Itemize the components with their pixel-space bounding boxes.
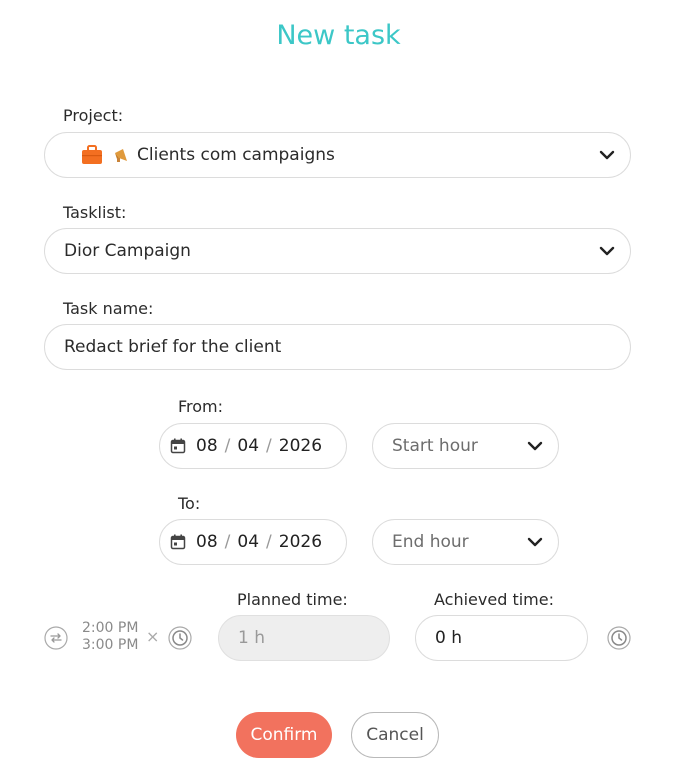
from-month[interactable]: 04 — [237, 436, 259, 456]
page-title: New task — [276, 20, 401, 51]
start-hour-select[interactable]: Start hour — [372, 423, 559, 469]
from-day[interactable]: 08 — [196, 436, 218, 456]
to-year[interactable]: 2026 — [279, 532, 322, 552]
planned-time-label: Planned time: — [237, 590, 348, 609]
swap-icon[interactable] — [44, 626, 68, 650]
calendar-icon — [170, 438, 186, 454]
scheduled-times: 2:00 PM 3:00 PM — [82, 620, 138, 654]
achieved-time-label: Achieved time: — [434, 590, 554, 609]
planned-time-value: 1 h — [238, 628, 265, 648]
project-value: Clients com campaigns — [137, 145, 335, 165]
achieved-time-input[interactable]: 0 h — [415, 615, 588, 661]
start-time: 2:00 PM — [82, 620, 139, 636]
to-label: To: — [178, 494, 201, 513]
tasklist-select[interactable]: Dior Campaign — [44, 228, 631, 274]
chevron-down-icon — [598, 242, 616, 260]
to-date-input[interactable]: 08 / 04 / 2026 — [159, 519, 347, 565]
task-name-value: Redact brief for the client — [64, 337, 282, 357]
megaphone-icon — [115, 149, 127, 162]
from-date-input[interactable]: 08 / 04 / 2026 — [159, 423, 347, 469]
planned-time-field: 1 h — [218, 615, 390, 661]
calendar-icon — [170, 534, 186, 550]
date-separator: / — [224, 532, 231, 552]
chevron-down-icon — [526, 533, 544, 551]
start-hour-placeholder: Start hour — [392, 436, 478, 456]
date-separator: / — [266, 532, 272, 552]
from-label: From: — [178, 397, 224, 416]
cancel-button[interactable]: Cancel — [351, 712, 439, 758]
from-year[interactable]: 2026 — [279, 436, 322, 456]
end-hour-placeholder: End hour — [392, 532, 469, 552]
task-name-input[interactable]: Redact brief for the client — [44, 324, 631, 370]
tasklist-label: Tasklist: — [63, 203, 127, 222]
project-label: Project: — [63, 106, 124, 125]
to-month[interactable]: 04 — [237, 532, 259, 552]
end-hour-select[interactable]: End hour — [372, 519, 559, 565]
achieved-time-value: 0 h — [435, 628, 462, 648]
project-select[interactable]: Clients com campaigns — [44, 132, 631, 178]
chevron-down-icon — [526, 437, 544, 455]
date-separator: / — [224, 436, 231, 456]
task-name-label: Task name: — [63, 299, 154, 318]
clock-icon[interactable] — [607, 626, 631, 650]
date-separator: / — [266, 436, 272, 456]
clock-icon[interactable] — [168, 626, 192, 650]
briefcase-icon — [82, 145, 102, 164]
end-time: 3:00 PM — [82, 637, 139, 653]
confirm-button[interactable]: Confirm — [236, 712, 332, 758]
to-day[interactable]: 08 — [196, 532, 218, 552]
clear-times-icon[interactable]: × — [146, 627, 159, 646]
chevron-down-icon — [598, 146, 616, 164]
tasklist-value: Dior Campaign — [64, 241, 191, 261]
